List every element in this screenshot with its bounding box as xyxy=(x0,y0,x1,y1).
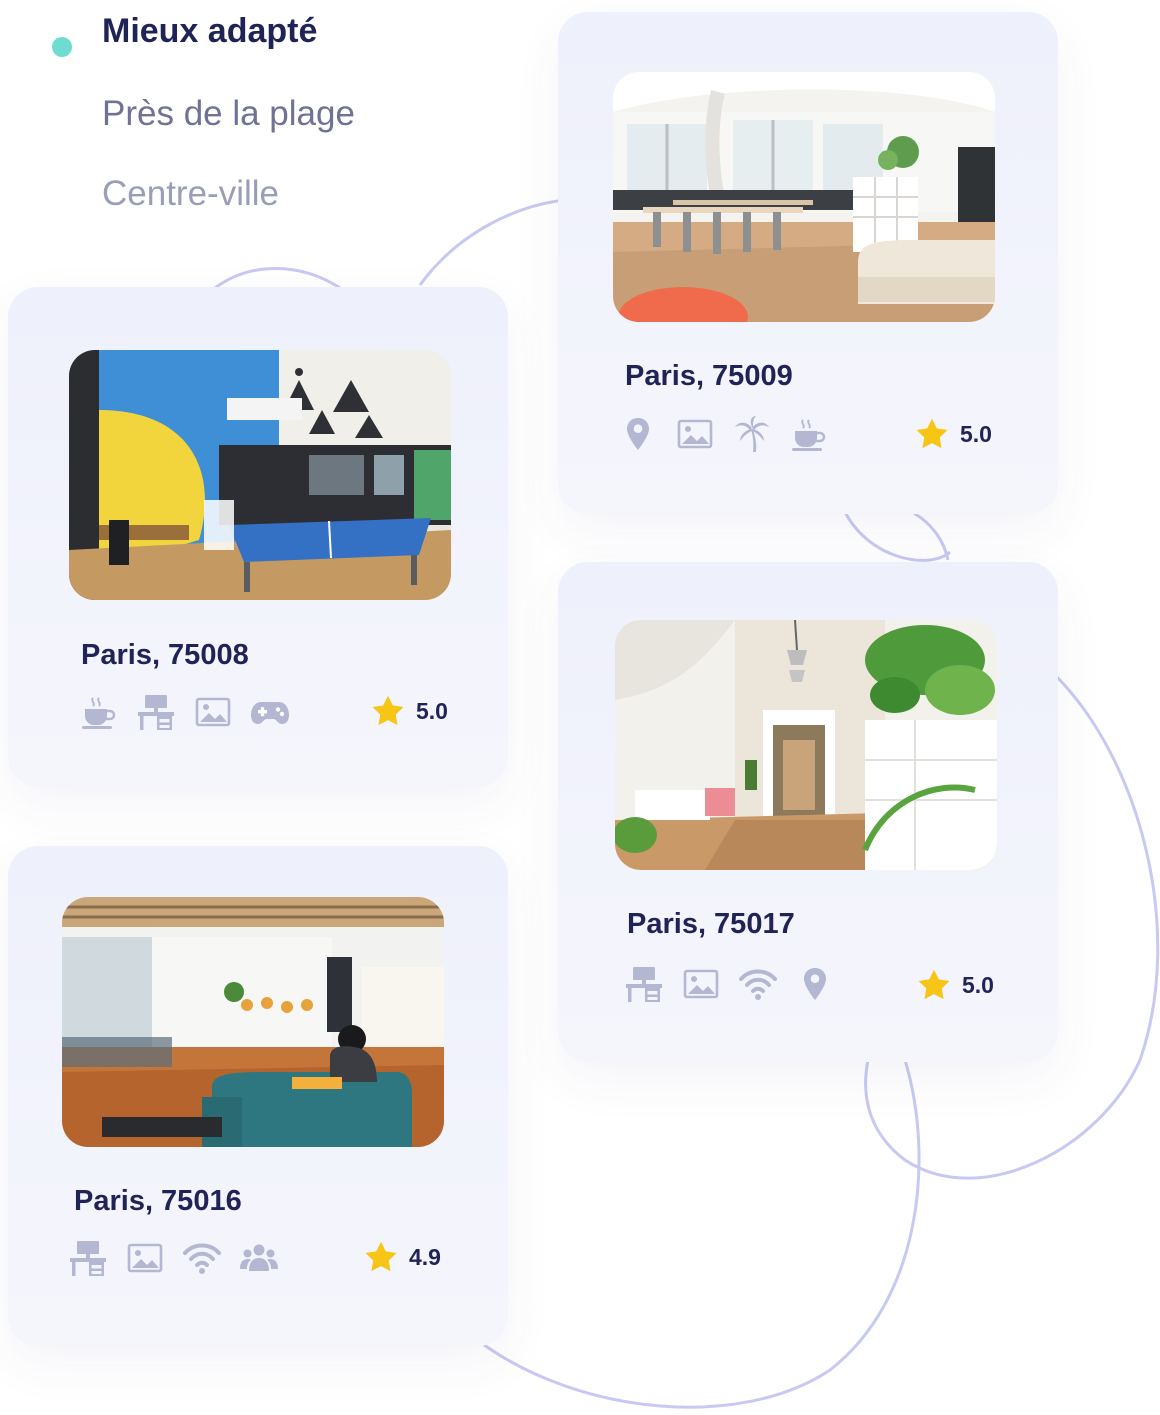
rating: 4.9 xyxy=(363,1239,441,1275)
listing-card[interactable]: Paris, 75009 5.0 xyxy=(558,12,1058,514)
desk-icon xyxy=(68,1238,108,1278)
image-icon xyxy=(125,1238,165,1278)
star-icon xyxy=(370,693,406,729)
filter-city-center[interactable]: Centre-ville xyxy=(102,174,279,214)
wifi-icon xyxy=(738,964,778,1004)
lounge-office-photo xyxy=(62,897,444,1147)
palm-tree-icon xyxy=(732,414,772,454)
rating: 5.0 xyxy=(370,693,448,729)
star-icon xyxy=(363,1239,399,1275)
listing-card[interactable]: Paris, 75008 5.0 xyxy=(8,287,508,787)
rating: 5.0 xyxy=(916,967,994,1003)
amenity-icons xyxy=(68,1238,296,1278)
desk-icon xyxy=(136,692,176,732)
wifi-icon xyxy=(182,1238,222,1278)
rating-value: 5.0 xyxy=(416,697,448,724)
image-icon xyxy=(193,692,233,732)
listing-card[interactable]: Paris, 75017 5.0 xyxy=(558,562,1058,1062)
listing-title: Paris, 75009 xyxy=(625,360,793,392)
listing-card[interactable]: Paris, 75016 4.9 xyxy=(8,846,508,1346)
coworking-loft-photo xyxy=(613,72,995,322)
filter-label: Mieux adapté xyxy=(102,12,318,50)
rating-value: 5.0 xyxy=(962,971,994,998)
amenity-icons xyxy=(618,414,846,454)
rating: 5.0 xyxy=(914,416,992,452)
location-pin-icon xyxy=(795,964,835,1004)
ping-pong-room-photo xyxy=(69,350,451,600)
plant-hallway-photo xyxy=(615,620,997,870)
star-icon xyxy=(916,967,952,1003)
filter-near-beach[interactable]: Près de la plage xyxy=(102,94,355,134)
location-pin-icon xyxy=(618,414,658,454)
rating-value: 5.0 xyxy=(960,420,992,447)
coffee-cup-icon xyxy=(789,414,829,454)
image-icon xyxy=(681,964,721,1004)
rating-value: 4.9 xyxy=(409,1243,441,1270)
desk-icon xyxy=(624,964,664,1004)
image-icon xyxy=(675,414,715,454)
listing-title: Paris, 75017 xyxy=(627,908,795,940)
listing-title: Paris, 75016 xyxy=(74,1185,242,1217)
gamepad-icon xyxy=(250,692,290,732)
coffee-cup-icon xyxy=(79,692,119,732)
active-indicator-dot xyxy=(52,37,72,57)
star-icon xyxy=(914,416,950,452)
group-icon xyxy=(239,1238,279,1278)
listing-title: Paris, 75008 xyxy=(81,639,249,671)
amenity-icons xyxy=(624,964,852,1004)
amenity-icons xyxy=(79,692,307,732)
